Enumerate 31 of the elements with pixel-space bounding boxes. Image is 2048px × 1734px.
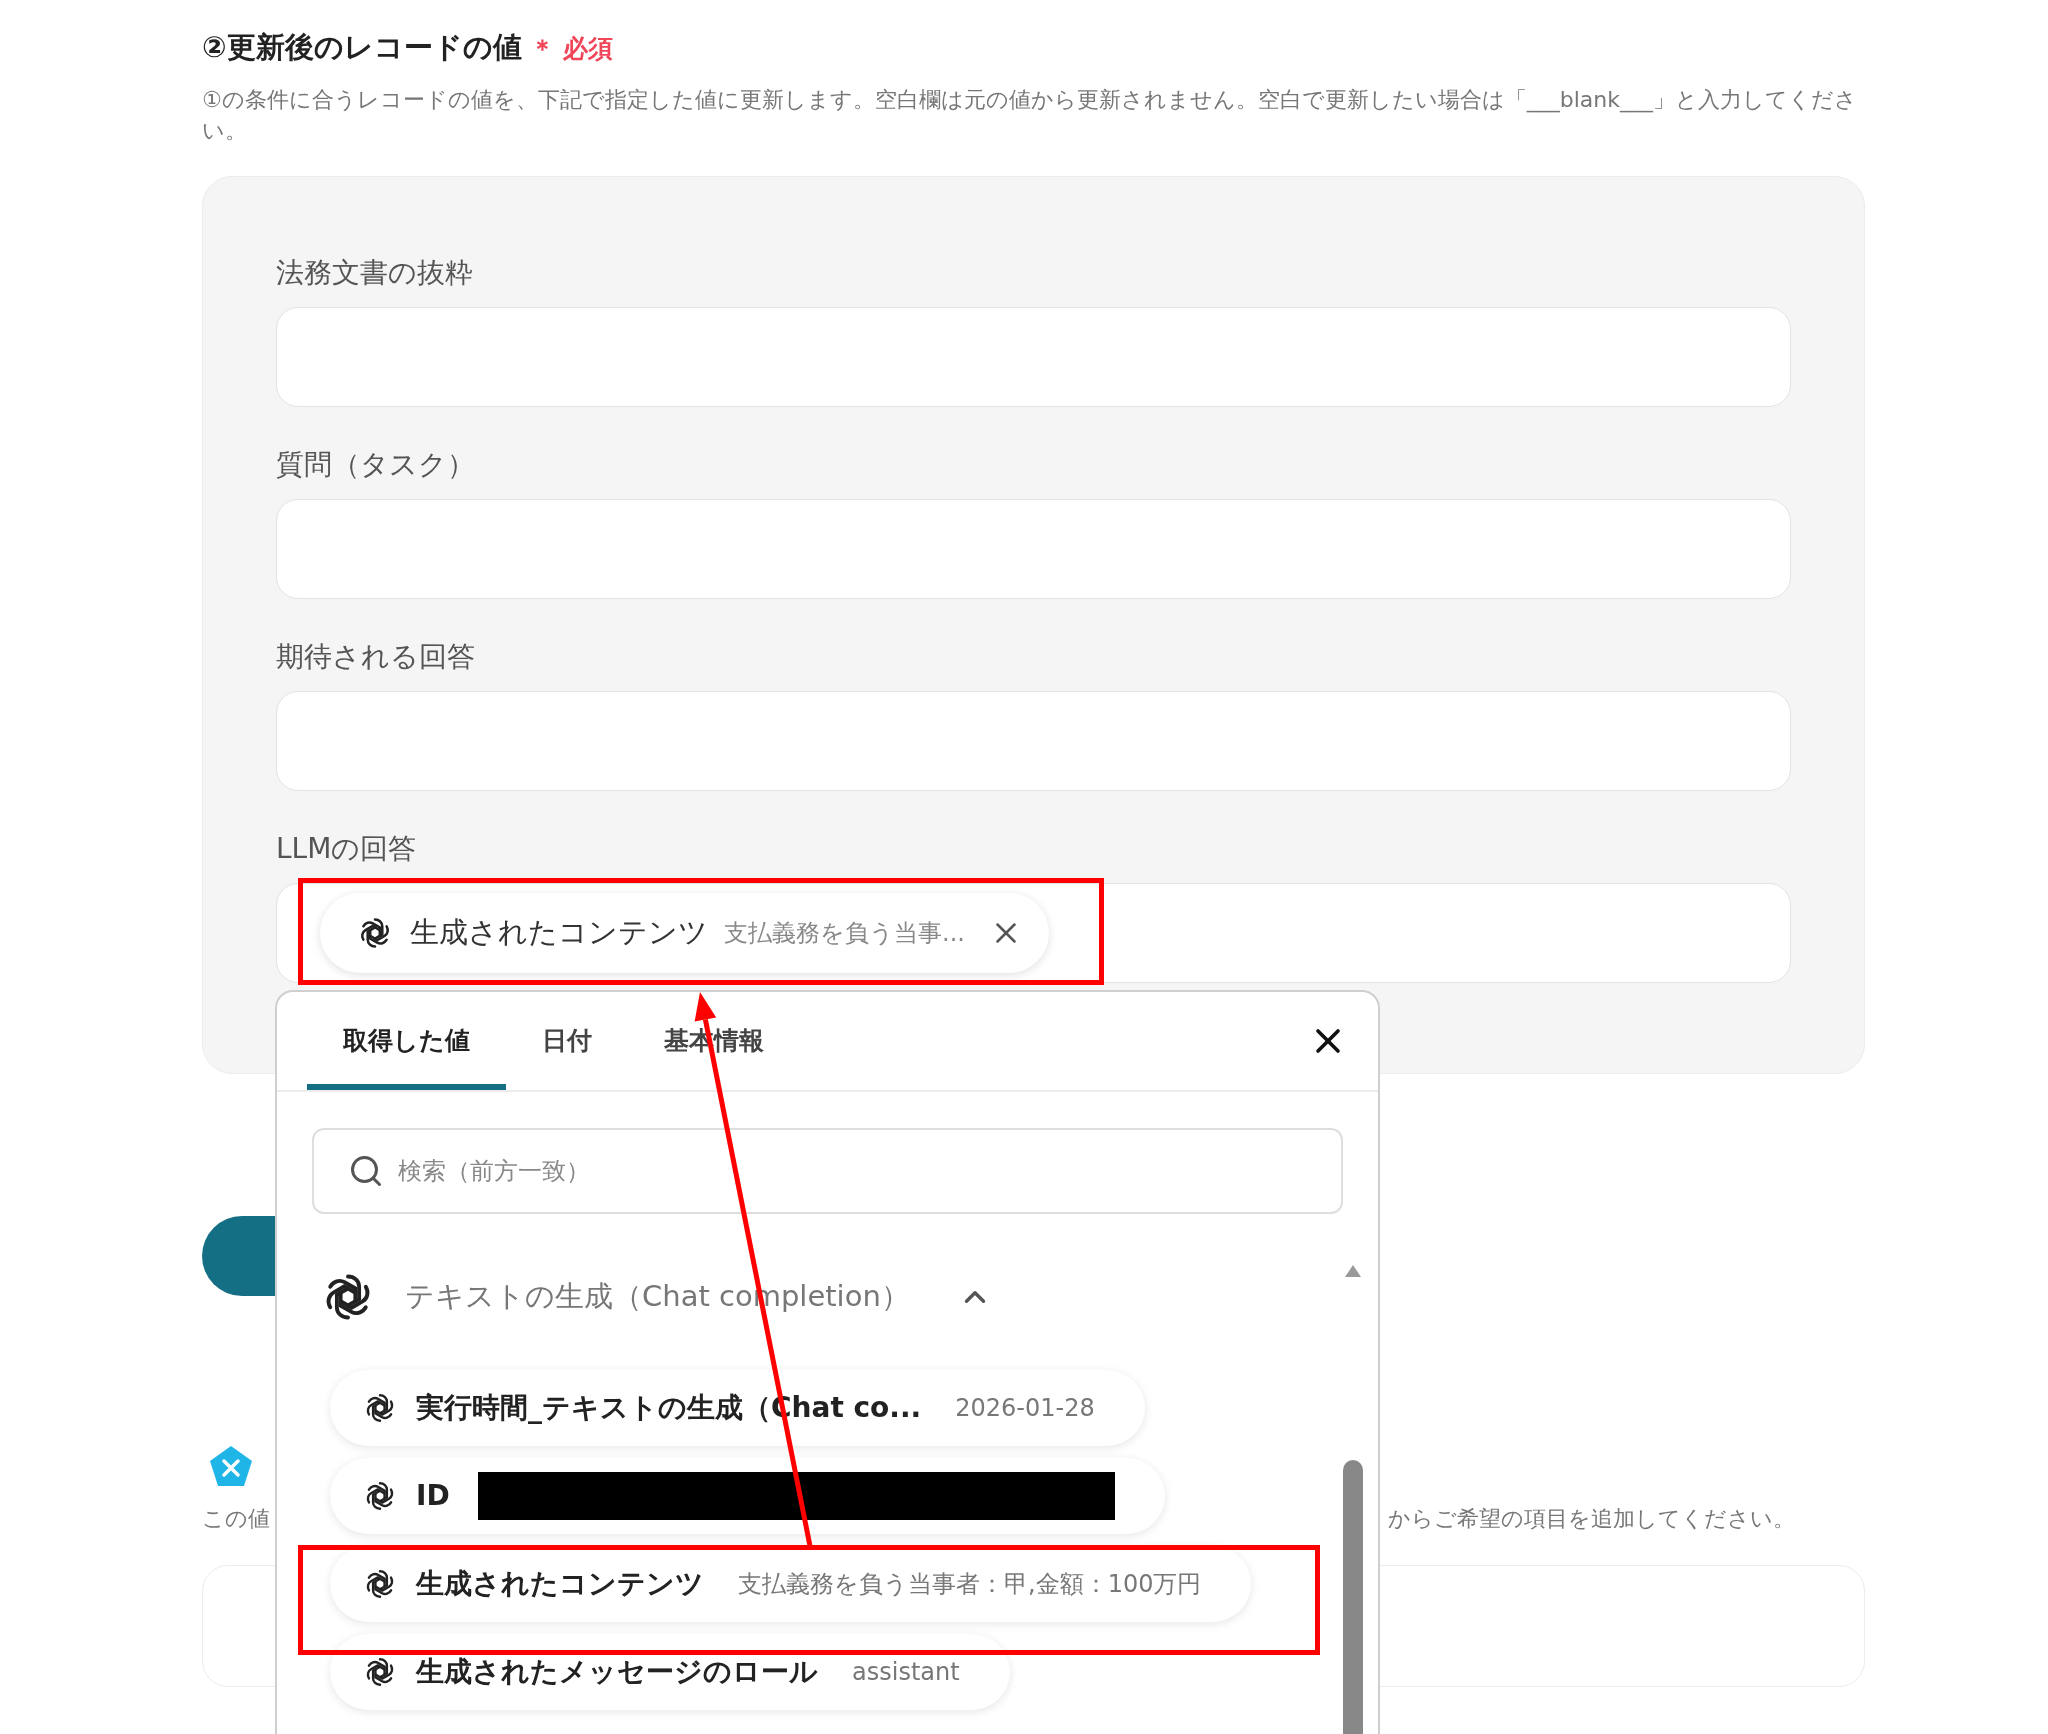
scroll-up-icon[interactable]	[1344, 1264, 1362, 1278]
section-title: ②更新後のレコードの値	[202, 29, 522, 66]
pentagon-x-icon	[208, 1443, 254, 1488]
item-value: assistant	[852, 1657, 960, 1688]
section-description: ①の条件に合うレコードの値を、下記で指定した値に更新します。空白欄は元の値から更新されません。空白で更新したい場合は「___blank___」と入力してください。	[202, 85, 1858, 145]
info-text: からご希望の項目を追加してください。	[1388, 1504, 1795, 1533]
field-label: 法務文書の抜粋	[276, 254, 474, 291]
popup-tab[interactable]: 日付	[506, 992, 628, 1090]
field-label: 質問（タスク）	[276, 446, 476, 483]
search-icon	[348, 1153, 384, 1189]
field-label: 期待される回答	[276, 638, 476, 675]
item-name: 生成されたコンテンツ	[416, 1566, 704, 1602]
item-value: 2026-01-28	[955, 1393, 1095, 1424]
chip-name: 生成されたコンテンツ	[410, 913, 708, 951]
required-mark: ＊ 必須	[529, 33, 614, 65]
field-label: LLMの回答	[276, 830, 418, 867]
scrollbar-thumb[interactable]	[1343, 1460, 1363, 1734]
item-name: 生成されたメッセージのロール	[416, 1654, 818, 1690]
chip-value: 支払義務を負う当事...	[724, 917, 965, 949]
info-text: この値	[202, 1504, 270, 1533]
popup-tab[interactable]: 取得した値	[307, 992, 506, 1090]
item-value: 支払義務を負う当事者：甲,金額：100万円	[738, 1569, 1202, 1600]
input-field[interactable]	[276, 498, 1791, 599]
input-field[interactable]	[276, 690, 1791, 791]
input-field[interactable]: 生成されたコンテンツ 支払義務を負う当事...	[276, 882, 1791, 983]
variable-item[interactable]: ID	[330, 1458, 1165, 1534]
input-field[interactable]	[276, 306, 1791, 407]
item-name: ID	[416, 1478, 450, 1514]
search-field[interactable]: 検索（前方一致）	[312, 1128, 1343, 1214]
variable-item[interactable]: 生成されたメッセージのロール assistant	[330, 1634, 1010, 1710]
value-chip[interactable]: 生成されたコンテンツ 支払義務を負う当事...	[320, 892, 1049, 973]
